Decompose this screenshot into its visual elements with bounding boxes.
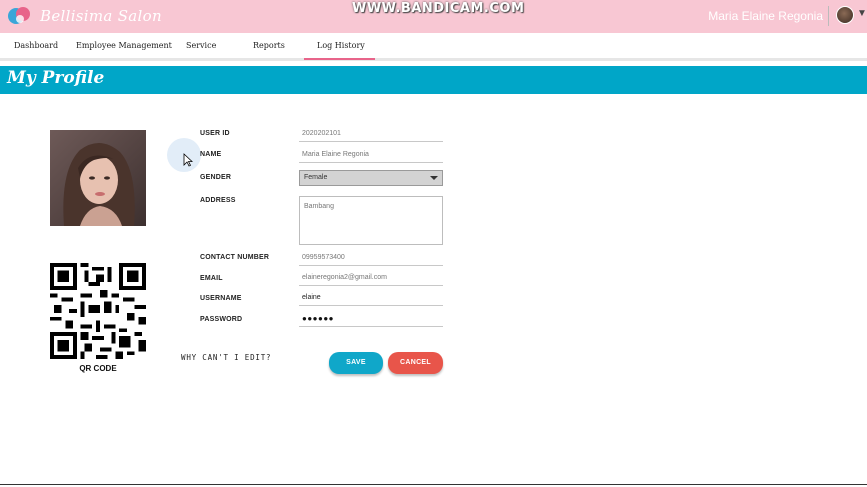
qr-code-label: QR CODE: [79, 364, 117, 373]
mouse-cursor-icon: [183, 153, 193, 167]
chevron-down-icon[interactable]: ▼: [857, 8, 867, 19]
recording-watermark: WWW.BANDICAM.COM: [352, 1, 525, 16]
address-label: ADDRESS: [200, 197, 236, 204]
user-id-field[interactable]: 2020202101: [299, 126, 443, 142]
name-label: NAME: [200, 151, 222, 158]
email-label: EMAIL: [200, 275, 223, 282]
nav-item-employee-management[interactable]: Employee Management: [76, 41, 172, 50]
header-divider: [828, 6, 829, 26]
name-field[interactable]: Maria Elaine Regonia: [299, 147, 443, 163]
contact-number-label: CONTACT NUMBER: [200, 254, 270, 261]
current-user-name[interactable]: Maria Elaine Regonia: [708, 9, 823, 23]
nav-item-reports[interactable]: Reports: [253, 41, 285, 50]
page-banner: My Profile: [0, 66, 867, 94]
gender-label: GENDER: [200, 174, 232, 181]
chevron-down-icon: [430, 176, 438, 180]
email-field[interactable]: elaineregonia2@gmail.com: [299, 270, 443, 286]
gender-select-value: Female: [304, 174, 328, 181]
profile-photo: [50, 130, 146, 226]
top-bar: Bellisima Salon WWW.BANDICAM.COM Maria E…: [0, 0, 867, 33]
salon-logo-icon: [8, 7, 30, 24]
main-nav: Dashboard Employee Management Service Re…: [0, 33, 867, 61]
password-field[interactable]: ●●●●●●: [299, 311, 443, 327]
nav-active-indicator: [304, 58, 375, 60]
nav-item-dashboard[interactable]: Dashboard: [14, 41, 58, 50]
username-label: USERNAME: [200, 295, 242, 302]
profile-photo-image: [50, 130, 146, 226]
nav-item-service[interactable]: Service: [186, 41, 216, 50]
password-label: PASSWORD: [200, 316, 243, 323]
nav-item-log-history[interactable]: Log History: [317, 41, 365, 50]
contact-number-field[interactable]: 09959573400: [299, 250, 443, 266]
user-id-label: USER ID: [200, 130, 230, 137]
address-textarea[interactable]: Bambang: [299, 196, 443, 245]
bottom-divider: [0, 484, 867, 485]
gender-select[interactable]: Female: [299, 170, 443, 186]
page-title: My Profile: [7, 68, 105, 88]
avatar[interactable]: [836, 6, 854, 24]
why-cant-i-edit-link[interactable]: WHY CAN'T I EDIT?: [181, 353, 271, 362]
save-button[interactable]: SAVE: [329, 352, 383, 374]
username-field[interactable]: elaine: [299, 290, 443, 306]
cancel-button[interactable]: CANCEL: [388, 352, 443, 374]
qr-code-image: [50, 263, 146, 359]
brand-name: Bellisima Salon: [40, 7, 162, 25]
